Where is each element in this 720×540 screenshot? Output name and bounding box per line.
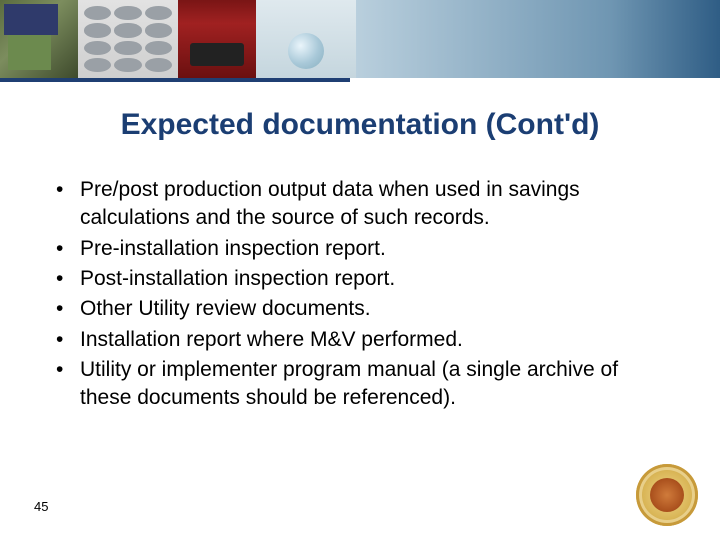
list-item: Post-installation inspection report. bbox=[48, 265, 672, 293]
bullet-list: Pre/post production output data when use… bbox=[48, 176, 672, 413]
banner-image-keypad bbox=[78, 0, 178, 78]
list-item: Pre/post production output data when use… bbox=[48, 176, 672, 233]
state-seal-icon bbox=[636, 464, 698, 526]
slide-content: Pre/post production output data when use… bbox=[0, 176, 720, 413]
list-item: Other Utility review documents. bbox=[48, 295, 672, 323]
page-number: 45 bbox=[34, 499, 48, 514]
header-banner bbox=[0, 0, 720, 78]
list-item: Pre-installation inspection report. bbox=[48, 235, 672, 263]
banner-image-waterdrop bbox=[256, 0, 356, 78]
slide-title: Expected documentation (Cont'd) bbox=[0, 108, 720, 142]
list-item: Installation report where M&V performed. bbox=[48, 326, 672, 354]
list-item: Utility or implementer program manual (a… bbox=[48, 356, 672, 413]
banner-gradient bbox=[356, 0, 720, 78]
banner-image-house bbox=[0, 0, 78, 78]
banner-image-train bbox=[178, 0, 256, 78]
banner-underline bbox=[0, 78, 350, 82]
